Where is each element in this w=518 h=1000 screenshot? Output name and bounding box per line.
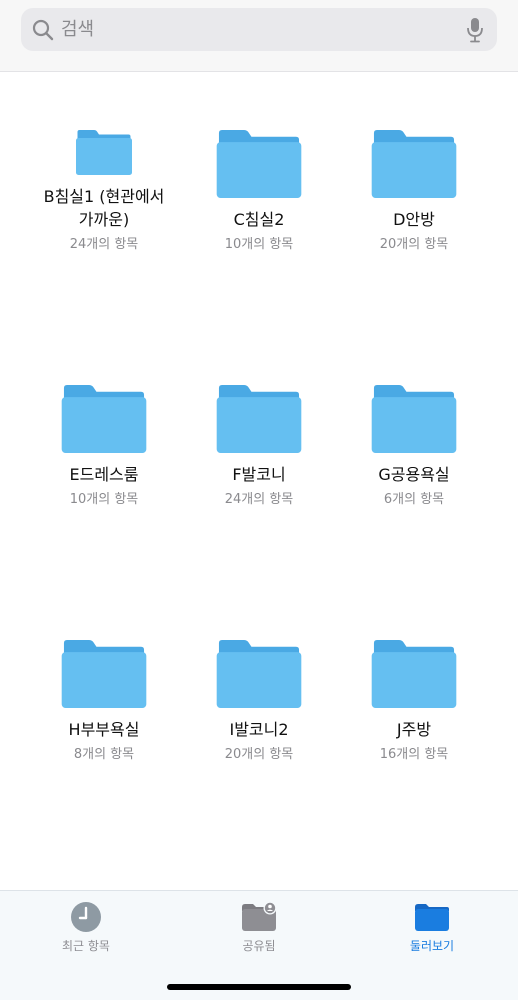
folder-name: I발코니2 (229, 720, 289, 739)
folder-name: H부부욕실 (68, 720, 140, 739)
folder-name: D안방 (393, 210, 435, 229)
folder-icon (371, 385, 457, 453)
search-icon (32, 19, 54, 41)
folder-name: G공용욕실 (378, 465, 450, 484)
search-bar[interactable] (21, 8, 497, 51)
folder-icon (216, 640, 302, 708)
folder-icon (61, 385, 147, 453)
tab-shared[interactable]: 공유됨 (173, 891, 345, 971)
folder-item-count: 16개의 항목 (379, 747, 449, 762)
folder-name: F발코니 (232, 465, 286, 484)
folder-item-count: 20개의 항목 (379, 237, 449, 252)
tab-label: 최근 항목 (62, 939, 110, 953)
folder-item-count: 6개의 항목 (383, 492, 445, 507)
folder-item-count: 24개의 항목 (224, 492, 294, 507)
folder-name: B침실1 (현관에서 가까운) (43, 187, 165, 229)
shared-folder-icon (242, 901, 277, 931)
tab-browse[interactable]: 둘러보기 (346, 891, 518, 971)
header (0, 0, 518, 72)
folder-icon (216, 130, 302, 198)
tab-label: 둘러보기 (409, 939, 455, 953)
folder-item-count: 20개의 항목 (224, 747, 294, 762)
folder-grid: B침실1 (현관에서 가까운) 24개의 항목 C침실2 10개의 항목 D안방… (0, 72, 518, 890)
folder-icon (371, 130, 457, 198)
folder-name: E드레스룸 (69, 465, 139, 484)
folder-item[interactable]: J주방 16개의 항목 (339, 582, 489, 762)
folder-item-count: 10개의 항목 (69, 492, 139, 507)
folder-icon (415, 904, 449, 931)
folder-item[interactable]: D안방 20개의 항목 (339, 72, 489, 252)
clock-icon (71, 902, 101, 932)
folder-icon (76, 130, 132, 175)
folder-item[interactable]: C침실2 10개의 항목 (184, 72, 334, 252)
microphone-icon[interactable] (465, 17, 485, 43)
tab-label: 공유됨 (242, 939, 276, 953)
folder-item-count: 10개의 항목 (224, 237, 294, 252)
folder-item[interactable]: F발코니 24개의 항목 (184, 327, 334, 507)
folder-item[interactable]: G공용욕실 6개의 항목 (339, 327, 489, 507)
folder-icon (216, 385, 302, 453)
tab-recents[interactable]: 최근 항목 (0, 891, 172, 971)
folder-icon (371, 640, 457, 708)
folder-name: J주방 (396, 720, 432, 739)
folder-item-count: 8개의 항목 (73, 747, 135, 762)
folder-icon (61, 640, 147, 708)
folder-item[interactable]: I발코니2 20개의 항목 (184, 582, 334, 762)
folder-item-count: 24개의 항목 (69, 237, 139, 252)
folder-name: C침실2 (233, 210, 285, 229)
folder-item[interactable]: H부부욕실 8개의 항목 (29, 582, 179, 762)
home-indicator[interactable] (167, 984, 351, 990)
folder-item[interactable]: B침실1 (현관에서 가까운) 24개의 항목 (29, 72, 179, 252)
folder-item[interactable]: E드레스룸 10개의 항목 (29, 327, 179, 507)
search-input[interactable] (61, 8, 461, 51)
